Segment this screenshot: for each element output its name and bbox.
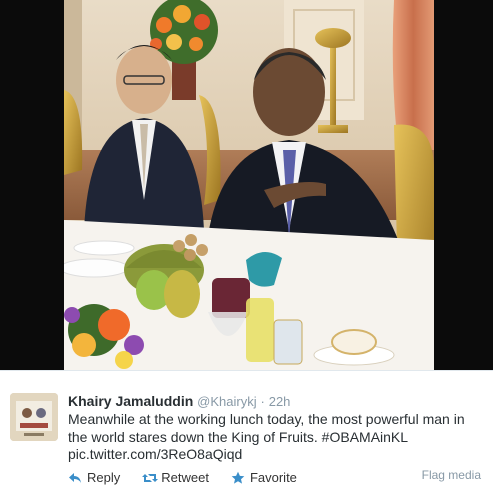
flag-media-link[interactable]: Flag media	[422, 468, 481, 482]
photo-image	[64, 0, 434, 370]
tweet-photo[interactable]	[64, 0, 434, 370]
reply-label: Reply	[87, 470, 121, 485]
tweet-header: Khairy Jamaluddin @Khairykj · 22h	[68, 392, 290, 411]
favorite-icon	[231, 471, 245, 485]
retweet-icon	[142, 471, 159, 485]
tweet-text-line-1: Meanwhile at the working lunch today, th…	[68, 411, 465, 427]
retweet-button[interactable]: Retweet	[142, 469, 209, 487]
tweet-media-link[interactable]: pic.twitter.com/3ReO8aQiqd	[68, 446, 483, 464]
favorite-label: Favorite	[249, 470, 297, 485]
author-username[interactable]: @Khairykj	[197, 394, 256, 409]
tweet-card: Khairy Jamaluddin @Khairykj · 22h Meanwh…	[0, 371, 493, 497]
retweet-label: Retweet	[161, 470, 209, 485]
tweet-text: Meanwhile at the working lunch today, th…	[68, 411, 483, 464]
avatar[interactable]	[10, 393, 58, 441]
reply-button[interactable]: Reply	[68, 469, 120, 487]
tweet-timestamp[interactable]: 22h	[269, 394, 291, 409]
reply-icon	[68, 471, 82, 485]
avatar-image	[10, 393, 58, 441]
separator-dot: ·	[260, 394, 265, 409]
favorite-button[interactable]: Favorite	[231, 469, 297, 487]
tweet-actions: Reply Retweet Favorite	[68, 469, 297, 487]
tweet-text-line-2: the world stares down the King of Fruits…	[68, 428, 409, 445]
media-frame	[0, 0, 493, 370]
author-fullname[interactable]: Khairy Jamaluddin	[68, 393, 193, 409]
